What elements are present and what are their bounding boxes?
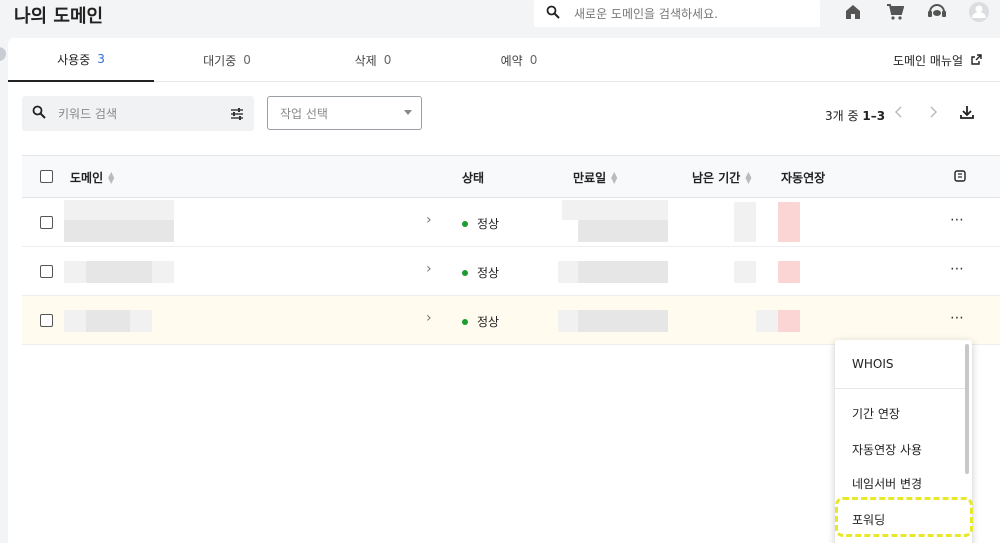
menu-divider — [835, 388, 965, 389]
redacted-expiry — [578, 261, 668, 283]
next-page-button[interactable] — [921, 100, 945, 124]
redacted-domain — [86, 261, 152, 283]
row-checkbox[interactable] — [40, 265, 53, 278]
external-link-icon — [971, 53, 982, 68]
tab-pending[interactable]: 대기중 0 — [154, 38, 300, 82]
status-dot — [462, 318, 468, 325]
table-row[interactable]: › 정상 ⋯ — [22, 247, 1000, 296]
dropdown-arrow-icon — [404, 110, 412, 115]
row-checkbox[interactable] — [40, 216, 53, 229]
keyword-search-input[interactable] — [58, 106, 208, 121]
redacted-auto-renew — [778, 202, 800, 242]
domain-manual-link[interactable]: 도메인 매뉴얼 — [893, 52, 982, 69]
domain-table: 도메인 ▲ ▼ 상태 만료일 ▲ ▼ 남은 기간 ▲ ▼ 자동연장 › 정상 ⋯… — [22, 155, 1000, 345]
row-checkbox[interactable] — [40, 314, 53, 327]
domain-search-input[interactable] — [574, 6, 804, 21]
menu-item-whois[interactable]: WHOIS — [835, 349, 965, 379]
redacted-domain — [64, 220, 174, 242]
table-row[interactable]: › 정상 ⋯ — [22, 296, 1000, 345]
prev-page-button[interactable] — [887, 100, 911, 124]
menu-item-extend-period[interactable]: 기간 연장 — [835, 398, 965, 428]
forwarding-highlight-annotation — [835, 497, 973, 537]
row-more-button[interactable]: ⋯ — [950, 310, 965, 326]
row-more-button[interactable]: ⋯ — [950, 261, 965, 277]
redacted-auto-renew — [778, 261, 800, 283]
redacted-remaining — [734, 261, 756, 283]
keyword-search-box[interactable] — [22, 96, 254, 131]
task-select-dropdown[interactable]: 작업 선택 — [267, 96, 422, 130]
tab-reserved[interactable]: 예약 0 — [446, 38, 592, 82]
status-badge: 정상 — [462, 264, 499, 281]
filter-icon[interactable] — [230, 106, 244, 125]
pagination-summary: 3개 중 1–3 — [825, 109, 886, 123]
column-header-remaining[interactable]: 남은 기간 ▲ ▼ — [692, 169, 752, 186]
redacted-auto-renew — [778, 310, 800, 332]
account-icon[interactable] — [958, 0, 1000, 24]
chevron-right-icon[interactable]: › — [426, 212, 432, 228]
chevron-right-icon[interactable]: › — [426, 310, 432, 326]
status-badge: 정상 — [462, 313, 499, 330]
status-dot — [462, 220, 468, 227]
status-tabs: 사용중 3 대기중 0 삭제 0 예약 0 도메인 매뉴얼 — [8, 38, 1000, 82]
redacted-domain — [64, 200, 174, 220]
chevron-right-icon[interactable]: › — [426, 261, 432, 277]
redacted-remaining — [734, 202, 756, 242]
top-bar: 나의 도메인 — [0, 0, 1000, 36]
home-icon[interactable] — [832, 0, 874, 24]
select-all-checkbox[interactable] — [40, 170, 53, 183]
column-header-status: 상태 — [462, 171, 485, 185]
search-icon — [32, 104, 46, 123]
column-settings-icon[interactable] — [954, 170, 966, 182]
menu-scrollbar[interactable] — [965, 344, 969, 474]
support-icon[interactable] — [916, 0, 958, 24]
menu-item-enable-auto-renew[interactable]: 자동연장 사용 — [835, 434, 965, 464]
status-dot — [462, 269, 468, 276]
top-icon-group — [832, 0, 1000, 24]
search-icon — [546, 4, 560, 23]
menu-item-change-nameserver[interactable]: 네임서버 변경 — [835, 468, 965, 498]
tab-deleted[interactable]: 삭제 0 — [300, 38, 446, 82]
column-header-domain[interactable]: 도메인 ▲ ▼ — [70, 169, 114, 186]
download-icon[interactable] — [955, 100, 979, 124]
table-header: 도메인 ▲ ▼ 상태 만료일 ▲ ▼ 남은 기간 ▲ ▼ 자동연장 — [22, 155, 1000, 198]
sort-icon: ▲ ▼ — [745, 169, 752, 185]
cart-icon[interactable] — [874, 0, 916, 24]
redacted-expiry — [578, 220, 668, 242]
side-handle — [0, 47, 6, 61]
column-header-expiry[interactable]: 만료일 ▲ ▼ — [573, 169, 617, 186]
page-title: 나의 도메인 — [14, 6, 104, 27]
table-row[interactable]: › 정상 ⋯ — [22, 198, 1000, 247]
status-badge: 정상 — [462, 215, 499, 232]
redacted-domain — [86, 310, 130, 332]
redacted-expiry — [578, 310, 668, 332]
tab-in-use[interactable]: 사용중 3 — [8, 38, 154, 82]
redacted-expiry — [562, 200, 668, 220]
sort-icon: ▲ ▼ — [611, 169, 618, 185]
domain-search-box[interactable] — [534, 0, 820, 27]
row-more-button[interactable]: ⋯ — [950, 212, 965, 228]
sort-icon: ▲ ▼ — [108, 169, 115, 185]
column-header-auto-renew: 자동연장 — [781, 171, 826, 185]
